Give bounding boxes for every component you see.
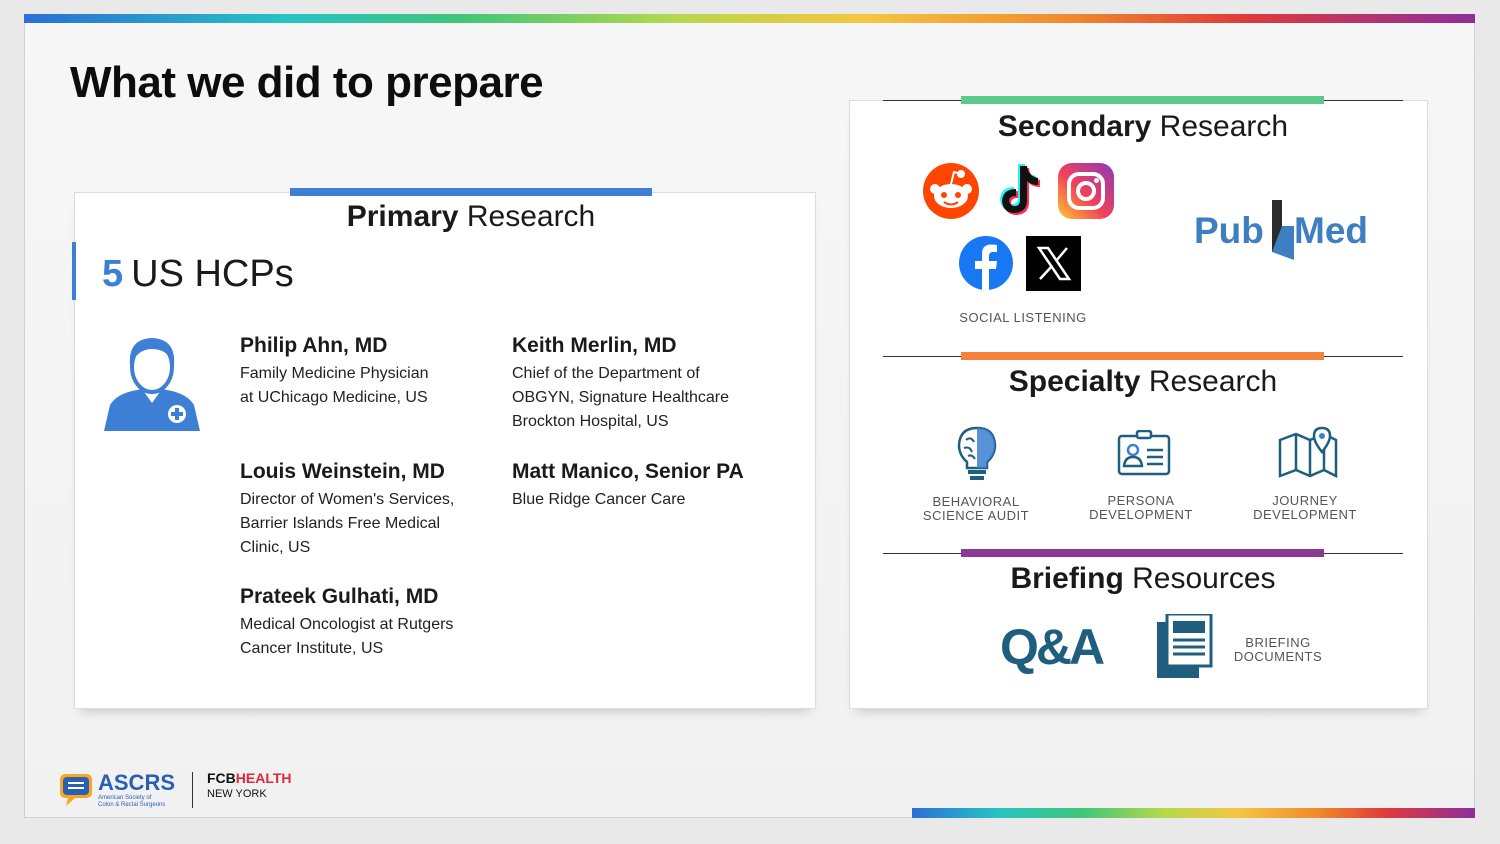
briefing-accent-bar <box>961 549 1324 557</box>
behavioral-science-audit-caption: BEHAVIORAL SCIENCE AUDIT <box>906 495 1046 523</box>
secondary-accent-bar <box>961 96 1324 104</box>
person-louis-weinstein: Louis Weinstein, MD Director of Women's … <box>240 460 480 560</box>
caption-line2: DOCUMENTS <box>1233 649 1323 664</box>
instagram-icon <box>1058 163 1114 219</box>
pubmed-book-icon <box>1272 200 1294 260</box>
briefing-heading-bold: Briefing <box>1010 562 1124 595</box>
person-name: Matt Manico, Senior PA <box>512 460 744 483</box>
page-title: What we did to prepare <box>70 58 544 107</box>
brain-lightbulb-icon <box>957 426 997 480</box>
tiktok-icon <box>1000 164 1040 215</box>
footer-divider <box>192 772 193 808</box>
fcb-health-wordmark: HEALTH <box>235 770 292 786</box>
bottom-gradient-bar <box>912 808 1475 818</box>
caption-line2: DEVELOPMENT <box>1089 507 1193 522</box>
fcb-city: NEW YORK <box>207 788 267 800</box>
caption-line1: BRIEFING <box>1245 635 1311 650</box>
specialty-research-heading: Specialty Research <box>883 365 1403 399</box>
journey-map-icon <box>1278 426 1338 478</box>
hcp-count: 5 US HCPs <box>72 242 294 300</box>
person-description: Medical Oncologist at Rutgers Cancer Ins… <box>240 616 454 657</box>
ascrs-subtitle-1: American Society of <box>98 795 152 801</box>
ascrs-wordmark: ASCRS <box>98 770 176 795</box>
fcb-wordmark: FCB <box>207 770 236 786</box>
x-twitter-icon <box>1026 236 1081 291</box>
person-matt-manico: Matt Manico, Senior PA Blue Ridge Cancer… <box>512 460 752 512</box>
social-listening-caption: SOCIAL LISTENING <box>959 310 1087 325</box>
specialty-accent-bar <box>961 352 1324 360</box>
pubmed-logo-text-b: Med <box>1294 210 1368 251</box>
person-name: Philip Ahn, MD <box>240 334 388 357</box>
person-description: Director of Women's Services, Barrier Is… <box>240 491 455 556</box>
briefing-document-icon <box>1157 614 1213 678</box>
person-description: Family Medicine Physician at UChicago Me… <box>240 365 429 406</box>
primary-research-heading: Primary Research <box>290 200 652 234</box>
person-name: Prateek Gulhati, MD <box>240 585 439 608</box>
pubmed-logo-text-a: Pub <box>1194 210 1264 251</box>
primary-heading-light: Research <box>466 200 596 233</box>
fcb-health-logo: FCBHEALTH NEW YORK <box>207 770 292 800</box>
briefing-resources-heading: Briefing Resources <box>883 562 1403 596</box>
specialty-heading-light: Research <box>1148 365 1278 398</box>
caption-line1: JOURNEY <box>1272 493 1338 508</box>
qa-icon: Q&A <box>1000 619 1105 675</box>
person-name: Keith Merlin, MD <box>512 334 677 357</box>
caption-line2: SCIENCE AUDIT <box>922 508 1030 523</box>
person-name: Louis Weinstein, MD <box>240 460 445 483</box>
pubmed-logo: Pub Med <box>1194 200 1384 262</box>
hcp-count-number: 5 <box>102 253 124 295</box>
caption-line1: PERSONA <box>1107 493 1175 508</box>
doctor-avatar-icon <box>104 338 200 431</box>
secondary-heading-bold: Secondary <box>997 110 1152 143</box>
ascrs-speech-icon <box>60 774 92 806</box>
person-description: Chief of the Department of OBGYN, Signat… <box>512 365 729 430</box>
specialty-heading-bold: Specialty <box>1008 365 1141 398</box>
person-prateek-gulhati: Prateek Gulhati, MD Medical Oncologist a… <box>240 585 480 661</box>
caption-line2: DEVELOPMENT <box>1253 507 1357 522</box>
ascrs-subtitle-2: Colon & Rectal Surgeons <box>98 802 166 808</box>
person-description: Blue Ridge Cancer Care <box>512 491 686 508</box>
top-gradient-bar <box>24 14 1475 23</box>
facebook-icon <box>959 236 1013 290</box>
primary-heading-bold: Primary <box>346 200 459 233</box>
secondary-research-heading: Secondary Research <box>883 110 1403 144</box>
briefing-documents-caption: BRIEFING DOCUMENTS <box>1218 636 1338 664</box>
persona-id-card-icon <box>1117 430 1171 476</box>
person-keith-merlin: Keith Merlin, MD Chief of the Department… <box>512 334 752 434</box>
caption-line1: BEHAVIORAL <box>932 494 1020 509</box>
briefing-heading-light: Resources <box>1132 562 1276 595</box>
secondary-heading-light: Research <box>1159 110 1289 143</box>
persona-development-caption: PERSONA DEVELOPMENT <box>1071 494 1211 522</box>
primary-accent-bar <box>290 188 652 196</box>
hcp-count-label: US HCPs <box>131 253 294 295</box>
reddit-icon <box>923 163 979 219</box>
person-philip-ahn: Philip Ahn, MD Family Medicine Physician… <box>240 334 440 410</box>
journey-development-caption: JOURNEY DEVELOPMENT <box>1235 494 1375 522</box>
